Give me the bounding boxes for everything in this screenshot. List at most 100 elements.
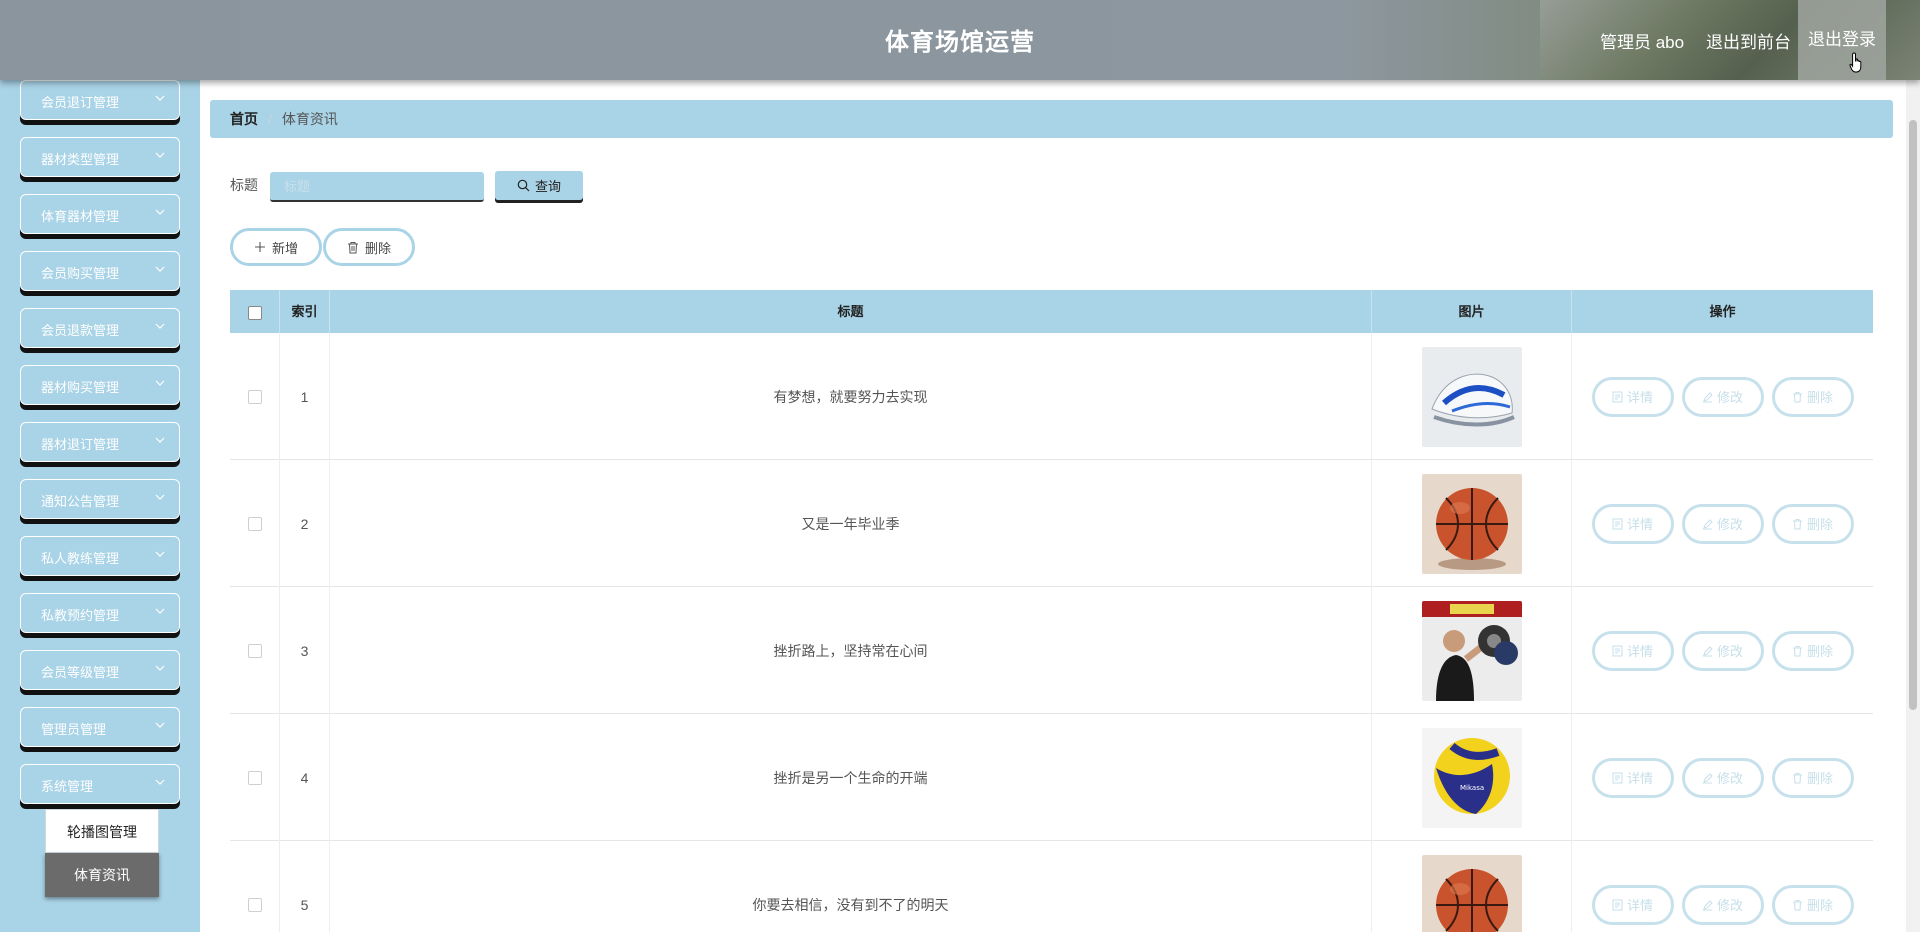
row-actions: 详情 修改 删除	[1572, 460, 1873, 587]
breadcrumb-current: 体育资讯	[281, 111, 338, 127]
header-image: 图片	[1372, 290, 1572, 333]
chevron-down-icon	[155, 722, 165, 728]
detail-button[interactable]: 详情	[1591, 376, 1674, 417]
table-row: 2 又是一年毕业季 详情 修改 删除	[230, 460, 1873, 587]
chevron-down-icon	[155, 494, 165, 500]
sidebar-item-sports-equipment[interactable]: 体育器材管理	[20, 194, 180, 234]
row-checkbox[interactable]	[247, 516, 262, 531]
sidebar-item-label: 会员退款管理	[41, 323, 120, 338]
row-checkbox[interactable]	[247, 897, 262, 912]
table-row: 4 挫折是另一个生命的开端 Mikasa 详情 修改 删除	[230, 714, 1873, 841]
edit-pencil-icon	[1702, 772, 1713, 783]
row-delete-button[interactable]: 删除	[1771, 630, 1854, 671]
document-icon	[1612, 899, 1623, 910]
exit-to-front-link[interactable]: 退出到前台	[1706, 28, 1791, 53]
row-actions: 详情 修改 删除	[1572, 333, 1873, 460]
row-select-cell[interactable]	[230, 587, 280, 714]
sidebar-item-member-purchase[interactable]: 会员购买管理	[20, 251, 180, 291]
detail-button[interactable]: 详情	[1591, 503, 1674, 544]
row-title: 有梦想，就要努力去实现	[330, 333, 1372, 460]
sidebar-item-equipment-unsubscribe[interactable]: 器材退订管理	[20, 422, 180, 462]
row-actions: 详情 修改 删除	[1572, 587, 1873, 714]
breadcrumb: 首页 / 体育资讯	[210, 100, 1893, 138]
chevron-down-icon	[155, 551, 165, 557]
sidebar-item-member-level[interactable]: 会员等级管理	[20, 650, 180, 690]
query-button[interactable]: 查询	[495, 171, 583, 200]
document-icon	[1612, 518, 1623, 529]
svg-text:Mikasa: Mikasa	[1460, 784, 1484, 792]
sidebar-item-label: 会员退订管理	[41, 95, 120, 110]
scrollbar-thumb[interactable]	[1909, 120, 1917, 710]
sidebar-item-equipment-type[interactable]: 器材类型管理	[20, 137, 180, 177]
edit-button[interactable]: 修改	[1681, 757, 1764, 798]
breadcrumb-home[interactable]: 首页	[230, 111, 258, 127]
trash-icon	[1792, 645, 1802, 656]
select-all-checkbox[interactable]	[247, 305, 262, 320]
submenu-item-sports-news[interactable]: 体育资讯	[45, 853, 159, 897]
row-select-cell[interactable]	[230, 841, 280, 932]
row-delete-button[interactable]: 删除	[1771, 376, 1854, 417]
submenu-item-carousel[interactable]: 轮播图管理	[45, 809, 159, 853]
sidebar-item-member-unsubscribe[interactable]: 会员退订管理	[20, 80, 180, 120]
sidebar-item-system[interactable]: 系统管理	[20, 764, 180, 804]
header-select-all[interactable]	[230, 290, 280, 333]
row-delete-button-label: 删除	[1806, 517, 1833, 532]
detail-button-label: 详情	[1626, 517, 1653, 532]
row-actions: 详情 修改 删除	[1572, 841, 1873, 932]
row-delete-button[interactable]: 删除	[1771, 503, 1854, 544]
sidebar-item-label: 管理员管理	[41, 722, 107, 737]
edit-button-label: 修改	[1716, 771, 1743, 786]
row-select-cell[interactable]	[230, 460, 280, 587]
sidebar-item-label: 通知公告管理	[41, 494, 120, 509]
row-index: 5	[280, 841, 330, 932]
detail-button[interactable]: 详情	[1591, 884, 1674, 925]
header-index: 索引	[280, 290, 330, 333]
page-scrollbar[interactable]	[1906, 80, 1920, 932]
logout-button[interactable]: 退出登录	[1798, 0, 1886, 80]
sidebar-item-notices[interactable]: 通知公告管理	[20, 479, 180, 519]
search-title-input[interactable]	[270, 172, 484, 202]
top-header: 体育场馆运营 管理员 abo 退出到前台 退出登录	[0, 0, 1920, 80]
sidebar-item-label: 器材退订管理	[41, 437, 120, 452]
sidebar-item-equipment-purchase[interactable]: 器材购买管理	[20, 365, 180, 405]
batch-delete-button[interactable]: 删除	[323, 228, 415, 266]
chevron-down-icon	[155, 152, 165, 158]
row-checkbox[interactable]	[247, 389, 262, 404]
row-checkbox[interactable]	[247, 770, 262, 785]
sidebar-item-member-refund[interactable]: 会员退款管理	[20, 308, 180, 348]
search-title-label: 标题	[230, 177, 258, 193]
edit-button[interactable]: 修改	[1681, 884, 1764, 925]
row-image	[1421, 346, 1522, 447]
plus-icon	[254, 242, 265, 252]
chevron-down-icon	[155, 323, 165, 329]
row-delete-button-label: 删除	[1806, 771, 1833, 786]
row-delete-button-label: 删除	[1806, 898, 1833, 913]
edit-button[interactable]: 修改	[1681, 630, 1764, 671]
edit-button[interactable]: 修改	[1681, 376, 1764, 417]
row-select-cell[interactable]	[230, 333, 280, 460]
sidebar-item-trainer-booking[interactable]: 私教预约管理	[20, 593, 180, 633]
row-delete-button[interactable]: 删除	[1771, 757, 1854, 798]
row-checkbox[interactable]	[247, 643, 262, 658]
row-index: 1	[280, 333, 330, 460]
detail-button[interactable]: 详情	[1591, 757, 1674, 798]
edit-button-label: 修改	[1716, 898, 1743, 913]
admin-username: 管理员 abo	[1600, 33, 1685, 52]
add-button[interactable]: 新增	[230, 228, 322, 266]
row-delete-button-label: 删除	[1806, 390, 1833, 405]
sidebar-item-label: 会员购买管理	[41, 266, 120, 281]
row-title: 挫折路上，坚持常在心间	[330, 587, 1372, 714]
sidebar-item-admin[interactable]: 管理员管理	[20, 707, 180, 747]
query-button-label: 查询	[534, 179, 561, 194]
sidebar-item-label: 体育器材管理	[41, 209, 120, 224]
edit-button[interactable]: 修改	[1681, 503, 1764, 544]
row-delete-button-label: 删除	[1806, 644, 1833, 659]
sidebar-item-personal-trainer[interactable]: 私人教练管理	[20, 536, 180, 576]
chevron-down-icon	[155, 665, 165, 671]
detail-button-label: 详情	[1626, 898, 1653, 913]
row-delete-button[interactable]: 删除	[1771, 884, 1854, 925]
detail-button[interactable]: 详情	[1591, 630, 1674, 671]
breadcrumb-separator: /	[268, 111, 272, 127]
row-index: 3	[280, 587, 330, 714]
row-select-cell[interactable]	[230, 714, 280, 841]
